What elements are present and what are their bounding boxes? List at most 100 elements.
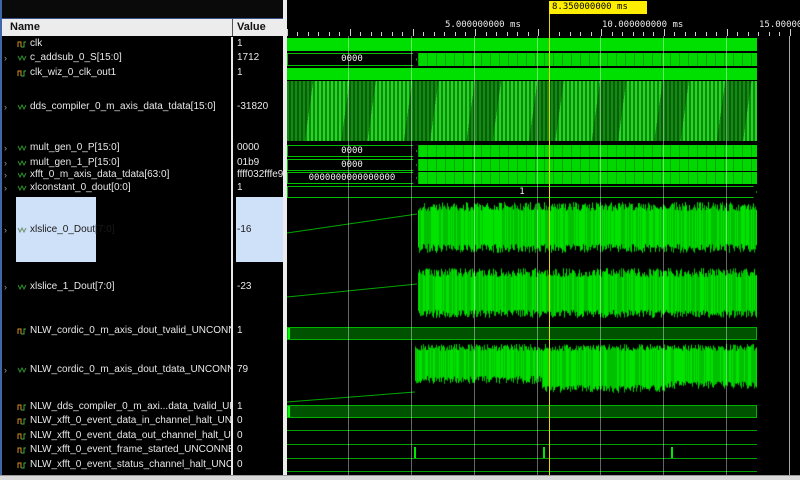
signal-name: xlslice_0_Dout[7:0] xyxy=(30,224,115,236)
signal-value: 1 xyxy=(237,401,283,413)
signal-value: 0 xyxy=(237,430,283,442)
signal-row-dds-tvalid[interactable]: NLW_dds_compiler_0_m_axi...data_tvalid_U… xyxy=(2,401,231,413)
expand-arrow-icon[interactable]: › xyxy=(4,169,7,181)
expand-arrow-icon[interactable]: › xyxy=(4,52,7,64)
clock-icon xyxy=(17,431,27,442)
signal-row-mult0[interactable]: › mult_gen_0_P[15:0] xyxy=(2,142,231,154)
signal-name: mult_gen_0_P[15:0] xyxy=(30,142,120,154)
time-tick-label: 5.000000000 ms xyxy=(445,20,521,30)
signal-value: 79 xyxy=(237,364,283,376)
signal-value: 1 xyxy=(237,182,283,194)
signal-row-cordic-tvalid[interactable]: NLW_cordic_0_m_axis_dout_tvalid_UNCONNEC… xyxy=(2,325,231,337)
bus-icon xyxy=(17,53,27,64)
expand-arrow-icon[interactable]: › xyxy=(4,157,7,169)
time-cursor[interactable] xyxy=(549,13,550,475)
signal-row-dds[interactable]: › dds_compiler_0_m_axis_data_tdata[15:0] xyxy=(2,101,231,113)
wave-xlslice0-analog xyxy=(418,201,757,262)
waveform-viewer-window: Name Value clk › c_addsub_0_S[15:0] clk_… xyxy=(0,0,800,480)
value-column-header[interactable]: Value xyxy=(237,21,266,33)
signal-value: -31820 xyxy=(237,101,283,113)
name-value-divider[interactable] xyxy=(231,37,233,475)
signal-value: 0 xyxy=(237,415,283,427)
wave-xlslice1-analog xyxy=(418,267,757,321)
signal-name: NLW_cordic_0_m_axis_dout_tvalid_UNCONNEC… xyxy=(30,325,231,337)
expand-arrow-icon[interactable]: › xyxy=(4,101,7,113)
clock-icon xyxy=(17,445,27,456)
waveform-canvas-panel[interactable]: 5.000000000 ms 10.000000000 ms 15.000000… xyxy=(287,0,800,475)
signal-row-xfft[interactable]: › xfft_0_m_axis_data_tdata[63:0] xyxy=(2,169,231,181)
cursor-time-flag[interactable]: 8.350000000 ms xyxy=(549,1,647,14)
bus-icon xyxy=(17,158,27,169)
signal-name: NLW_cordic_0_m_axis_dout_tdata_UNCONNECT… xyxy=(30,364,231,376)
signal-name: NLW_xfft_0_event_frame_started_UNCONNECT… xyxy=(30,444,231,456)
expand-arrow-icon[interactable]: › xyxy=(4,142,7,154)
signal-row-event-data-out[interactable]: NLW_xfft_0_event_data_out_channel_halt_U… xyxy=(2,430,231,442)
signal-value: 1 xyxy=(237,38,283,50)
expand-arrow-icon[interactable]: › xyxy=(4,281,7,293)
signal-row-event-status[interactable]: NLW_xfft_0_event_status_channel_halt_UNC… xyxy=(2,459,231,471)
clock-icon xyxy=(17,460,27,471)
signal-value: 0 xyxy=(237,459,283,471)
column-divider[interactable] xyxy=(232,19,233,36)
signal-list-panel[interactable]: Name Value clk › c_addsub_0_S[15:0] clk_… xyxy=(0,0,283,475)
signal-row-event-frame[interactable]: NLW_xfft_0_event_frame_started_UNCONNECT… xyxy=(2,444,231,456)
wave-clk xyxy=(287,38,757,51)
signal-row-mult1[interactable]: › mult_gen_1_P[15:0] xyxy=(2,157,231,169)
time-tick-label: 15.0000000 xyxy=(759,20,800,30)
signal-name: dds_compiler_0_m_axis_data_tdata[15:0] xyxy=(30,101,216,113)
signal-name: clk_wiz_0_clk_out1 xyxy=(30,67,116,79)
signal-row-clk-wiz[interactable]: clk_wiz_0_clk_out1 xyxy=(2,67,231,79)
signal-name: xfft_0_m_axis_data_tdata[63:0] xyxy=(30,169,169,181)
wave-xlconstant: 1 xyxy=(287,186,757,198)
expand-arrow-icon[interactable]: › xyxy=(4,224,7,236)
clock-icon xyxy=(17,68,27,79)
frame-started-pulse xyxy=(543,447,545,458)
signal-value: -23 xyxy=(237,281,283,293)
wave-mult0-seg2 xyxy=(418,145,757,157)
signal-name: NLW_xfft_0_event_data_out_channel_halt_U… xyxy=(30,430,231,442)
signal-row-clk[interactable]: clk xyxy=(2,38,231,50)
wave-dds-analog xyxy=(287,81,757,141)
bus-value-label: 0000000000000000 xyxy=(287,172,417,184)
wave-cordic-tdata-analog xyxy=(415,343,757,397)
signal-row-event-data-in[interactable]: NLW_xfft_0_event_data_in_channel_halt_UN… xyxy=(2,415,231,427)
bus-icon xyxy=(17,143,27,154)
wave-cordic-tvalid xyxy=(287,327,757,340)
wave-mult0-seg1: 0000 xyxy=(287,145,417,157)
wave-mult1-seg2 xyxy=(418,159,757,171)
expand-arrow-icon[interactable]: › xyxy=(4,364,7,376)
signal-value: 1712 xyxy=(237,52,283,64)
signal-name: NLW_xfft_0_event_status_channel_halt_UNC… xyxy=(30,459,231,471)
time-tick-label: 10.000000000 ms xyxy=(602,20,683,30)
frame-started-pulse xyxy=(414,447,416,458)
wave-c-addsub-seg1: 0000 xyxy=(287,53,417,66)
name-column-header[interactable]: Name xyxy=(10,21,40,33)
bus-icon xyxy=(17,170,27,181)
wave-xfft-seg1: 0000000000000000 xyxy=(287,172,417,184)
signal-name: xlconstant_0_dout[0:0] xyxy=(30,182,131,194)
bus-value-label: 0000 xyxy=(287,145,417,157)
signal-row-xlslice0[interactable]: › xlslice_0_Dout[7:0] xyxy=(2,224,231,236)
signal-value: 1 xyxy=(237,67,283,79)
signal-value: 0 xyxy=(237,444,283,456)
signal-row-xlconstant[interactable]: › xlconstant_0_dout[0:0] xyxy=(2,182,231,194)
bus-value-label: 0000 xyxy=(287,159,417,171)
signal-name: NLW_xfft_0_event_data_in_channel_halt_UN… xyxy=(30,415,231,427)
wave-mult1-seg1: 0000 xyxy=(287,159,417,171)
wave-c-addsub-seg2 xyxy=(418,53,757,66)
signal-name: xlslice_1_Dout[7:0] xyxy=(30,281,115,293)
time-ruler[interactable] xyxy=(287,0,800,36)
signal-name: mult_gen_1_P[15:0] xyxy=(30,157,120,169)
signal-list-header: Name Value xyxy=(2,19,283,37)
signal-value: 0000 xyxy=(237,142,283,154)
signal-row-xlslice1[interactable]: › xlslice_1_Dout[7:0] xyxy=(2,281,231,293)
clock-icon xyxy=(17,416,27,427)
signal-row-cordic-tdata[interactable]: › NLW_cordic_0_m_axis_dout_tdata_UNCONNE… xyxy=(2,364,231,376)
bus-icon xyxy=(17,183,27,194)
left-toolbar-strip xyxy=(2,0,283,19)
wave-event-status xyxy=(287,471,757,472)
signal-row-c-addsub[interactable]: › c_addsub_0_S[15:0] xyxy=(2,52,231,64)
horizontal-scrollbar[interactable] xyxy=(0,475,800,480)
expand-arrow-icon[interactable]: › xyxy=(4,182,7,194)
signal-value: -16 xyxy=(237,224,283,236)
